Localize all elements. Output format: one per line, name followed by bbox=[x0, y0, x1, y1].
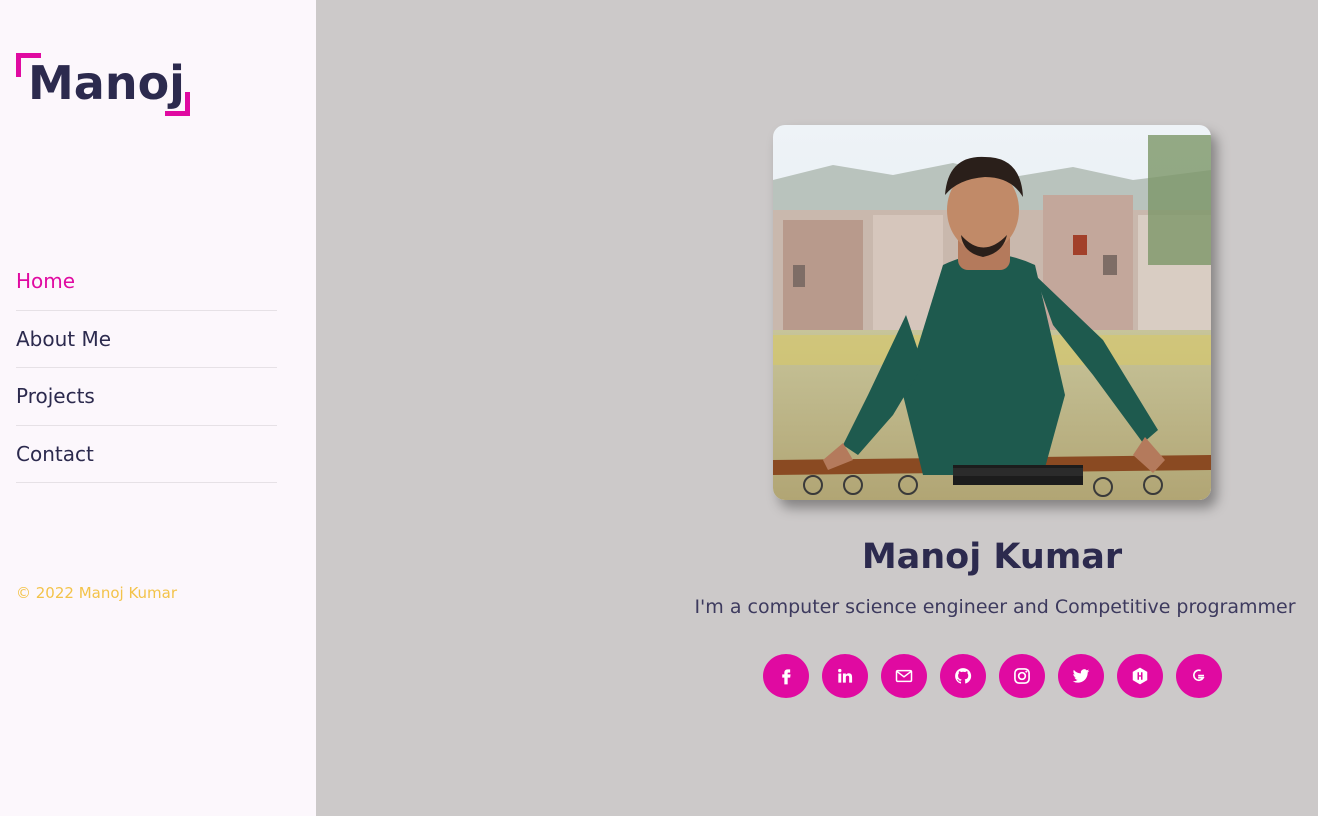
sidebar: Manoj Home About Me Projects Contact © 2… bbox=[0, 0, 316, 816]
mail-icon bbox=[895, 669, 913, 683]
instagram-icon bbox=[1014, 668, 1030, 684]
nav-item-home[interactable]: Home bbox=[16, 253, 277, 311]
profile-tagline: I'm a computer science engineer and Comp… bbox=[694, 596, 1296, 618]
twitter-link[interactable] bbox=[1058, 654, 1104, 698]
facebook-icon bbox=[782, 669, 791, 685]
twitter-icon bbox=[1072, 669, 1090, 683]
github-icon bbox=[955, 668, 972, 684]
logo-text: Manoj bbox=[28, 56, 185, 110]
profile-name: Manoj Kumar bbox=[861, 537, 1123, 577]
nav-item-about-me[interactable]: About Me bbox=[16, 311, 277, 368]
hackerrank-link[interactable] bbox=[1117, 654, 1163, 698]
nav-item-contact[interactable]: Contact bbox=[16, 426, 277, 483]
github-link[interactable] bbox=[940, 654, 986, 698]
logo[interactable]: Manoj bbox=[16, 53, 190, 116]
profile-photo bbox=[773, 125, 1211, 500]
main-content: Manoj Kumar I'm a computer science engin… bbox=[316, 0, 1318, 816]
copyright-text: © 2022 Manoj Kumar bbox=[16, 584, 178, 602]
logo-corner-bottom-right bbox=[165, 92, 190, 116]
social-links bbox=[763, 654, 1222, 698]
hackerrank-icon bbox=[1132, 667, 1148, 685]
geeksforgeeks-icon bbox=[1193, 669, 1205, 682]
email-link[interactable] bbox=[881, 654, 927, 698]
instagram-link[interactable] bbox=[999, 654, 1045, 698]
nav-item-projects[interactable]: Projects bbox=[16, 368, 277, 426]
facebook-link[interactable] bbox=[763, 654, 809, 698]
linkedin-icon bbox=[838, 668, 853, 683]
geeksforgeeks-link[interactable] bbox=[1176, 654, 1222, 698]
main-nav: Home About Me Projects Contact bbox=[16, 253, 277, 483]
linkedin-link[interactable] bbox=[822, 654, 868, 698]
